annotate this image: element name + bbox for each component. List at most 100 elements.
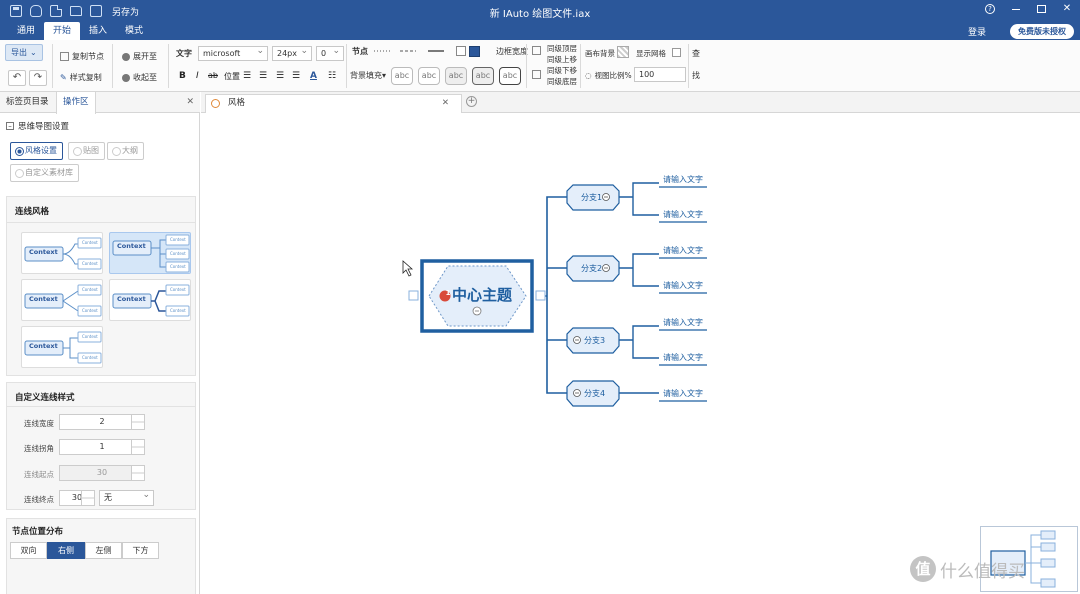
line-end-spinner[interactable]: 30 — [59, 490, 95, 506]
save-icon[interactable] — [10, 5, 22, 17]
leaf-label[interactable]: 请输入文字 — [663, 174, 703, 185]
node-style-3[interactable]: abc — [445, 67, 467, 85]
help-icon[interactable]: ? — [985, 4, 995, 14]
level-up-button[interactable]: 同级上移 — [547, 54, 577, 65]
node-style-1[interactable]: abc — [391, 67, 413, 85]
undo-button[interactable]: ↶ — [8, 70, 26, 86]
italic-button[interactable]: I — [196, 71, 199, 81]
line-end-select[interactable]: 无 — [99, 489, 154, 506]
line-corner-spinner[interactable]: 1 — [59, 439, 145, 455]
tab-operation[interactable]: 操作区 — [56, 92, 96, 114]
close-icon[interactable]: ✕ — [1062, 4, 1072, 14]
edit-icon[interactable] — [90, 5, 102, 17]
mindmap-settings-header[interactable]: – 思维导图设置 — [6, 120, 69, 132]
branch-3-label[interactable]: 分支3 — [584, 335, 605, 346]
show-grid-checkbox[interactable] — [672, 48, 681, 57]
mindmap-canvas[interactable]: 1 中心主题 分支1 分支2 分支3 分支4 请输入文字 请输入文字 请输入文字… — [201, 113, 1080, 594]
radio-custom-library[interactable]: 自定义素材库 — [10, 164, 79, 182]
find-button[interactable]: 查 — [692, 48, 700, 59]
tab-mode[interactable]: 模式 — [116, 22, 152, 40]
new-file-icon[interactable] — [50, 5, 62, 17]
expand-button[interactable]: 展开至 — [122, 51, 157, 62]
strike-button[interactable]: ab — [208, 71, 218, 80]
fill-dropdown-icon[interactable] — [469, 46, 480, 57]
leaf-label[interactable]: 请输入文字 — [663, 317, 703, 328]
dist-left[interactable]: 左侧 — [85, 542, 122, 559]
close-icon[interactable]: ✕ — [442, 95, 449, 112]
layer-icon[interactable] — [532, 70, 541, 79]
align-left-icon[interactable]: ☰ — [243, 71, 251, 81]
radio-texture[interactable]: 贴图 — [68, 142, 105, 160]
copy-style-button[interactable]: ✎ 样式复制 — [60, 72, 102, 83]
line-height-icon[interactable]: ☷ — [328, 71, 336, 81]
spacing-select[interactable]: 0 — [316, 45, 344, 61]
align-center-icon[interactable]: ☰ — [259, 71, 267, 81]
node-style-2[interactable]: abc — [418, 67, 440, 85]
tab-insert[interactable]: 插入 — [80, 22, 116, 40]
border-width-label[interactable]: 边框宽度 — [496, 46, 528, 57]
expand-label: 展开至 — [133, 52, 157, 61]
layer-icon[interactable] — [532, 46, 541, 55]
leaf-label[interactable]: 请输入文字 — [663, 388, 703, 399]
radio-outline[interactable]: 大纲 — [107, 142, 144, 160]
line-style-thumb-3[interactable]: Context Context Context — [21, 279, 103, 321]
branch-2-label[interactable]: 分支2 — [581, 263, 602, 274]
database-icon[interactable] — [30, 5, 42, 17]
canvas-bg-button[interactable]: 画布背景 — [585, 48, 615, 59]
line-width-spinner[interactable]: 2 — [59, 414, 145, 430]
branch-node-shapes[interactable] — [566, 184, 620, 407]
collapse-button[interactable]: 收起至 — [122, 72, 157, 83]
add-tab-icon[interactable]: + — [466, 96, 477, 107]
justify-icon[interactable]: ☰ — [292, 71, 300, 81]
login-link[interactable]: 登录 — [968, 25, 986, 38]
radio-style-settings[interactable]: 风格设置 — [10, 142, 63, 160]
close-icon[interactable]: ✕ — [186, 97, 194, 107]
canvas-bg-icon[interactable] — [617, 46, 629, 58]
find-button-2[interactable]: 找 — [692, 70, 700, 81]
maximize-icon[interactable] — [1037, 5, 1046, 13]
align-right-icon[interactable]: ☰ — [276, 71, 284, 81]
doc-tab-style[interactable]: 风格 ✕ — [205, 94, 462, 113]
tab-catalog[interactable]: 标签页目录 — [0, 92, 55, 113]
font-color-button[interactable]: A — [310, 71, 317, 81]
branch-toggle-icons[interactable] — [573, 193, 610, 397]
thumb-child-label: Context — [82, 261, 98, 266]
branch-4-label[interactable]: 分支4 — [584, 388, 605, 399]
line-style-thumb-1[interactable]: Context Context Context — [21, 232, 103, 274]
tab-general[interactable]: 通用 — [8, 22, 44, 40]
pen-color-icon[interactable] — [456, 46, 466, 56]
font-size-select[interactable]: 24px — [272, 45, 312, 61]
leaf-label[interactable]: 请输入文字 — [663, 245, 703, 256]
save-as-button[interactable]: 另存为 — [112, 5, 139, 18]
line-style-thumb-2[interactable]: Context Context Context Context — [109, 232, 191, 274]
center-topic-label[interactable]: 中心主题 — [452, 284, 512, 305]
bg-fill-dropdown[interactable]: 背景填充▾ — [350, 70, 386, 81]
center-left-handle[interactable] — [408, 290, 419, 301]
center-right-handle[interactable] — [535, 290, 546, 301]
redo-button[interactable]: ↷ — [29, 70, 47, 86]
level-bottom-button[interactable]: 同级底层 — [547, 76, 577, 87]
view-ratio-select[interactable]: 100 — [634, 67, 686, 82]
line-style-thumb-4[interactable]: Context Context Context — [109, 279, 191, 321]
node-style-4[interactable]: abc — [472, 67, 494, 85]
minimize-icon[interactable] — [1011, 4, 1021, 14]
bold-button[interactable]: B — [179, 71, 186, 81]
leaf-label[interactable]: 请输入文字 — [663, 209, 703, 220]
open-folder-icon[interactable] — [70, 6, 82, 16]
tab-start[interactable]: 开始 — [44, 22, 81, 40]
branch-1-label[interactable]: 分支1 — [581, 192, 602, 203]
font-select[interactable]: microsoft — [198, 45, 268, 61]
dist-right[interactable]: 右侧 — [47, 542, 85, 559]
line-start-spinner[interactable]: 30 — [59, 465, 145, 481]
line-style-thumb-5[interactable]: Context Context Context — [21, 326, 103, 368]
level-top-button[interactable]: 同级顶层 — [547, 43, 577, 54]
dist-both[interactable]: 双向 — [10, 542, 47, 559]
license-button[interactable]: 免费版未授权 — [1010, 24, 1074, 39]
node-style-5[interactable]: abc — [499, 67, 521, 85]
export-button[interactable]: 导出 ⌄ — [5, 44, 43, 61]
level-down-button[interactable]: 同级下移 — [547, 65, 577, 76]
dist-bottom[interactable]: 下方 — [122, 542, 159, 559]
leaf-label[interactable]: 请输入文字 — [663, 352, 703, 363]
leaf-label[interactable]: 请输入文字 — [663, 280, 703, 291]
copy-node-button[interactable]: 复制节点 — [60, 51, 104, 62]
